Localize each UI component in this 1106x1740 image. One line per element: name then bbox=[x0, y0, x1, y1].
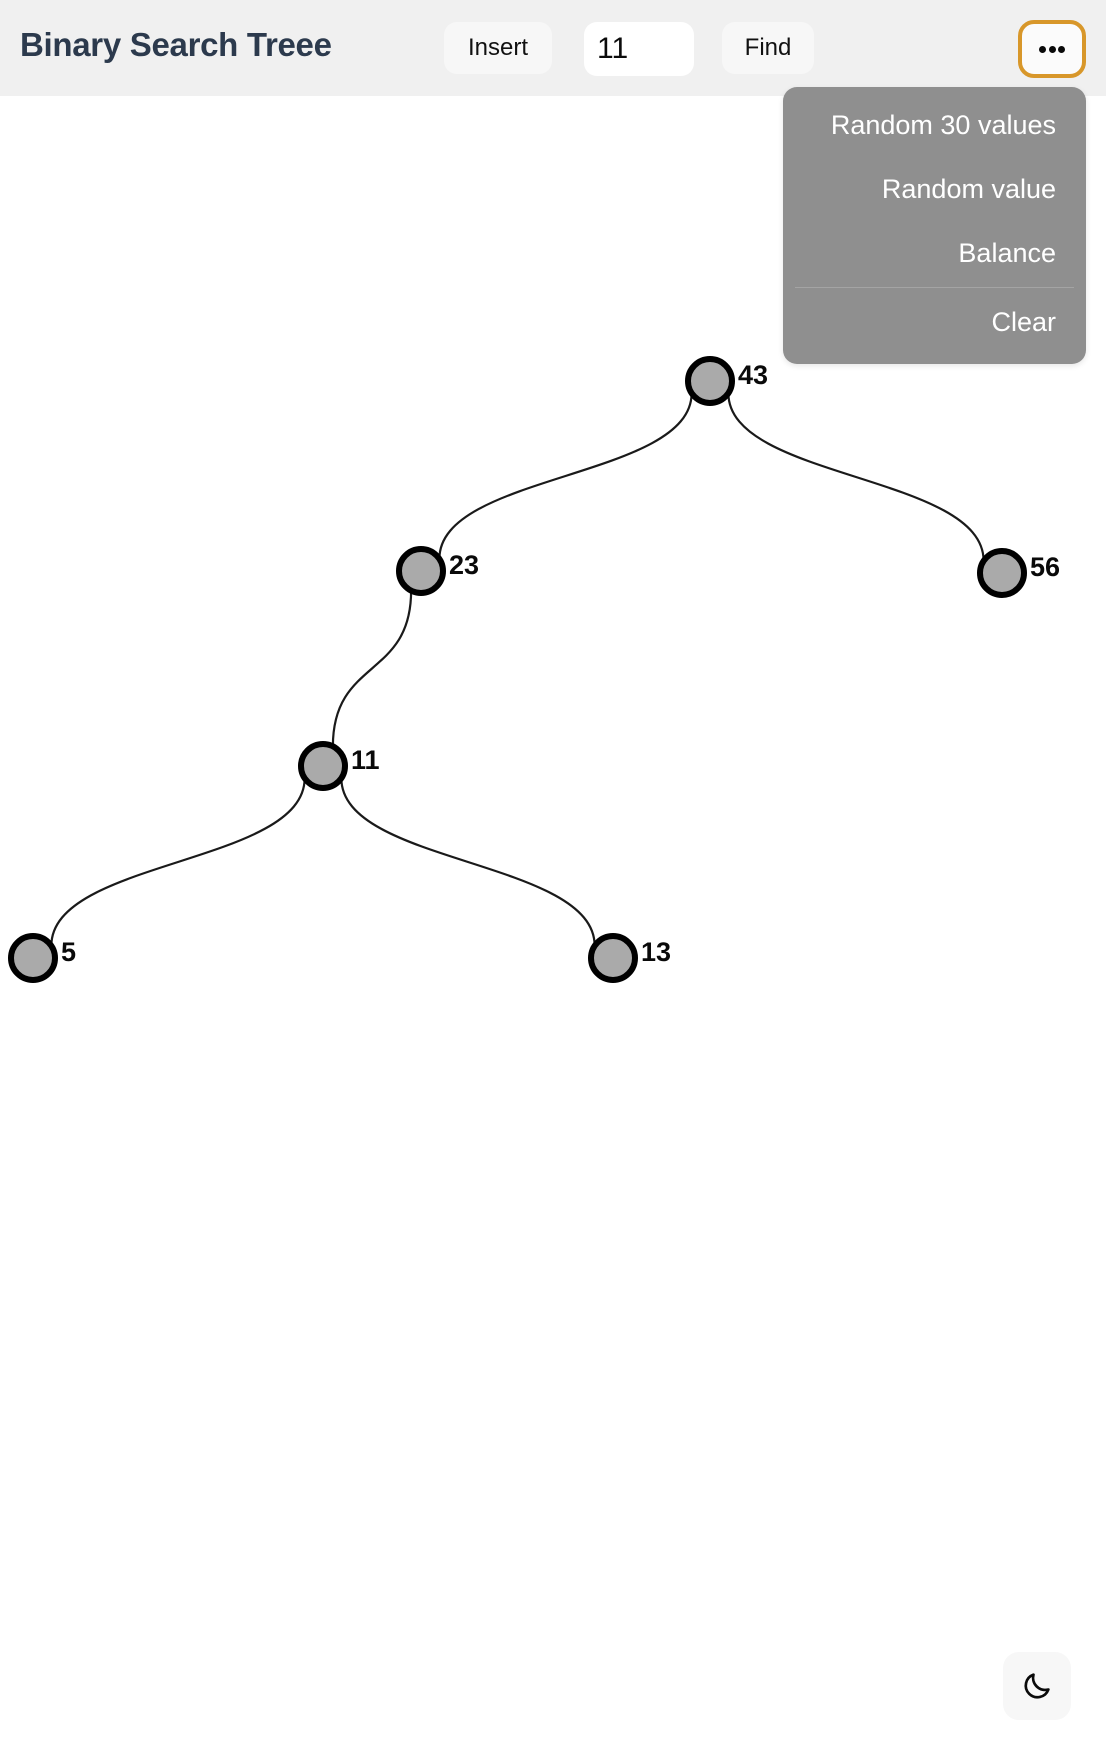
tree-node-label: 43 bbox=[738, 360, 768, 390]
tree-edge bbox=[50, 778, 306, 946]
tree-node-label: 56 bbox=[1030, 552, 1060, 582]
app-root: Binary Search Treee Insert Find Random 3… bbox=[0, 0, 1106, 1740]
tree-node-label: 13 bbox=[641, 937, 671, 967]
page-title: Binary Search Treee bbox=[20, 26, 332, 63]
tree-node-circle[interactable] bbox=[396, 546, 446, 596]
tree-node-label: 23 bbox=[449, 550, 479, 580]
tree-node-label: 5 bbox=[61, 937, 76, 967]
menu-item-clear[interactable]: Clear bbox=[783, 290, 1086, 354]
menu-item-random-30-values[interactable]: Random 30 values bbox=[783, 93, 1086, 157]
tree-node-circle[interactable] bbox=[588, 933, 638, 983]
menu-item-random-value[interactable]: Random value bbox=[783, 157, 1086, 221]
tree-node[interactable]: 11 bbox=[298, 741, 380, 791]
overflow-menu-button[interactable] bbox=[1018, 20, 1086, 78]
tree-node-circle[interactable] bbox=[977, 548, 1027, 598]
tree-edge bbox=[331, 590, 413, 747]
moon-icon bbox=[1024, 1673, 1050, 1699]
tree-node[interactable]: 23 bbox=[396, 546, 479, 596]
app-header: Binary Search Treee Insert Find bbox=[0, 0, 1106, 96]
menu-separator bbox=[795, 287, 1074, 288]
tree-node-circle[interactable] bbox=[298, 741, 348, 791]
find-button[interactable]: Find bbox=[722, 22, 814, 74]
tree-edge bbox=[438, 393, 693, 559]
tree-edges bbox=[50, 393, 985, 946]
tree-node-circle[interactable] bbox=[685, 356, 735, 406]
value-input[interactable] bbox=[584, 22, 694, 76]
tree-node-circle[interactable] bbox=[8, 933, 58, 983]
tree-edge bbox=[340, 778, 596, 946]
tree-node[interactable]: 43 bbox=[685, 356, 768, 406]
dark-mode-toggle-button[interactable] bbox=[1003, 1652, 1071, 1720]
tree-node[interactable]: 5 bbox=[8, 933, 76, 983]
overflow-menu-panel: Random 30 values Random value Balance Cl… bbox=[783, 87, 1086, 364]
insert-button[interactable]: Insert bbox=[444, 22, 552, 74]
tree-node[interactable]: 56 bbox=[977, 548, 1060, 598]
ellipsis-icon bbox=[1039, 45, 1065, 53]
tree-edge bbox=[727, 393, 985, 561]
menu-item-balance[interactable]: Balance bbox=[783, 221, 1086, 285]
tree-node-label: 11 bbox=[351, 745, 380, 775]
tree-node[interactable]: 13 bbox=[588, 933, 671, 983]
